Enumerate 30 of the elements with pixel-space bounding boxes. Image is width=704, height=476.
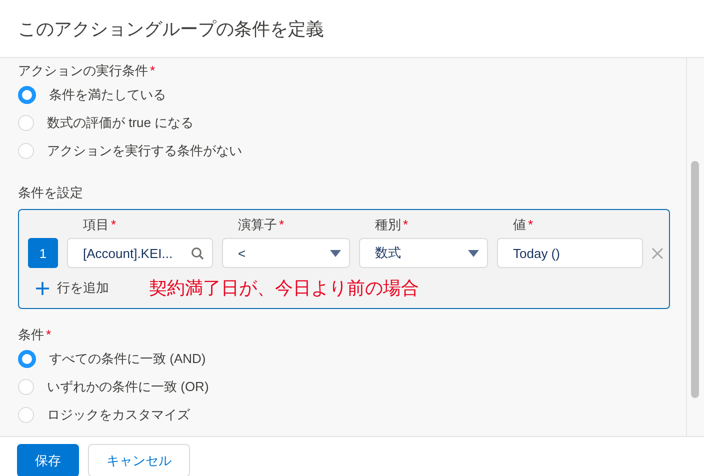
annotation-text: 契約満了日が、今日より前の場合 — [149, 277, 419, 300]
field-label: 種別* — [375, 216, 408, 234]
section-label: 条件* — [18, 326, 52, 344]
dialog-title: このアクショングループの条件を定義 — [18, 18, 324, 40]
radio-label: 数式の評価が true になる — [47, 114, 194, 132]
radio-label: 条件を満たしている — [49, 86, 166, 104]
field-label: 値* — [513, 216, 534, 234]
radio-button[interactable] — [18, 350, 36, 368]
plus-icon — [36, 282, 49, 294]
cancel-button[interactable]: キャンセル — [88, 444, 190, 476]
radio-label: アクションを実行する条件がない — [47, 142, 242, 160]
save-button[interactable]: 保存 — [17, 444, 79, 476]
dropdown-field[interactable]: < — [222, 238, 350, 268]
radio-label: いずれかの条件に一致 (OR) — [47, 378, 209, 396]
lookup-field[interactable]: [Account].KEI... — [67, 238, 213, 268]
section-label: 条件を設定 — [18, 184, 83, 202]
radio-label: すべての条件に一致 (AND) — [49, 350, 206, 368]
radio-label: ロジックをカスタマイズ — [47, 406, 190, 424]
radio-button[interactable] — [18, 86, 36, 104]
caret-icon — [330, 250, 341, 256]
field-label: 項目* — [83, 216, 116, 234]
dropdown-field[interactable]: 数式 — [359, 238, 488, 268]
add-row-link[interactable]: 行を追加 — [28, 279, 109, 297]
row-number: 1 — [28, 238, 58, 268]
caret-icon — [468, 250, 479, 256]
close-icon[interactable] — [652, 248, 663, 258]
input-field[interactable]: Today () — [497, 238, 643, 268]
section-label: アクションの実行条件* — [18, 62, 156, 80]
field-label: 演算子* — [238, 216, 284, 234]
search-icon — [191, 246, 204, 260]
